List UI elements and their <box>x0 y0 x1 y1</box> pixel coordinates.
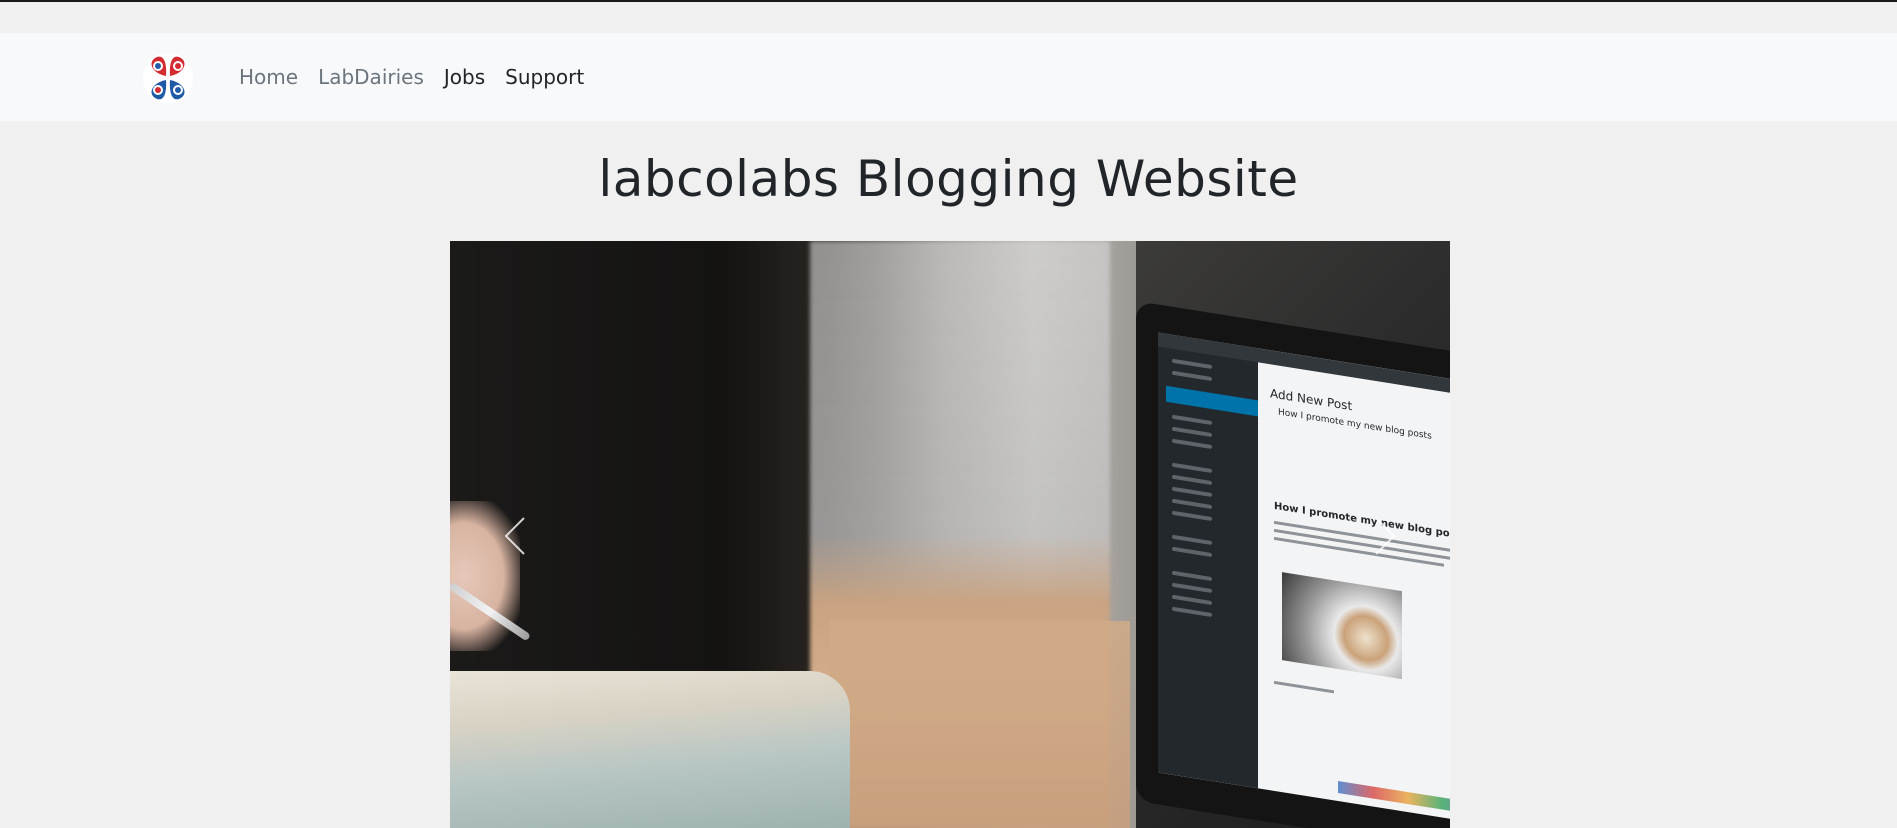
carousel-slide-notebook <box>450 241 1136 828</box>
wp-post-title: How I promote my new blog posts <box>1278 407 1432 442</box>
image-carousel: Add New Post How I promote my new blog p… <box>450 241 1450 828</box>
laptop-dock <box>1338 780 1450 816</box>
nav-link-labdairies[interactable]: LabDairies <box>318 65 424 89</box>
navbar: Home LabDairies Jobs Support <box>0 33 1897 121</box>
nav-link-support[interactable]: Support <box>505 65 584 89</box>
wp-admin-sidebar <box>1158 332 1258 789</box>
nav-link-home[interactable]: Home <box>239 65 298 89</box>
chevron-left-icon <box>504 517 525 555</box>
wp-coffee-photo <box>1282 572 1402 680</box>
nav-link-jobs[interactable]: Jobs <box>444 65 485 89</box>
carousel-next-button[interactable] <box>1355 491 1415 581</box>
window-top-rule <box>0 0 1897 2</box>
chevron-right-icon <box>1375 517 1396 555</box>
page-title: labcolabs Blogging Website <box>598 150 1299 208</box>
labcolabs-logo-icon <box>143 53 193 103</box>
brand-logo[interactable] <box>141 51 195 105</box>
carousel-prev-button[interactable] <box>485 491 545 581</box>
nav-links: Home LabDairies Jobs Support <box>239 33 604 121</box>
open-notebook-image <box>450 671 850 828</box>
coffee-drink-image <box>830 621 1130 828</box>
